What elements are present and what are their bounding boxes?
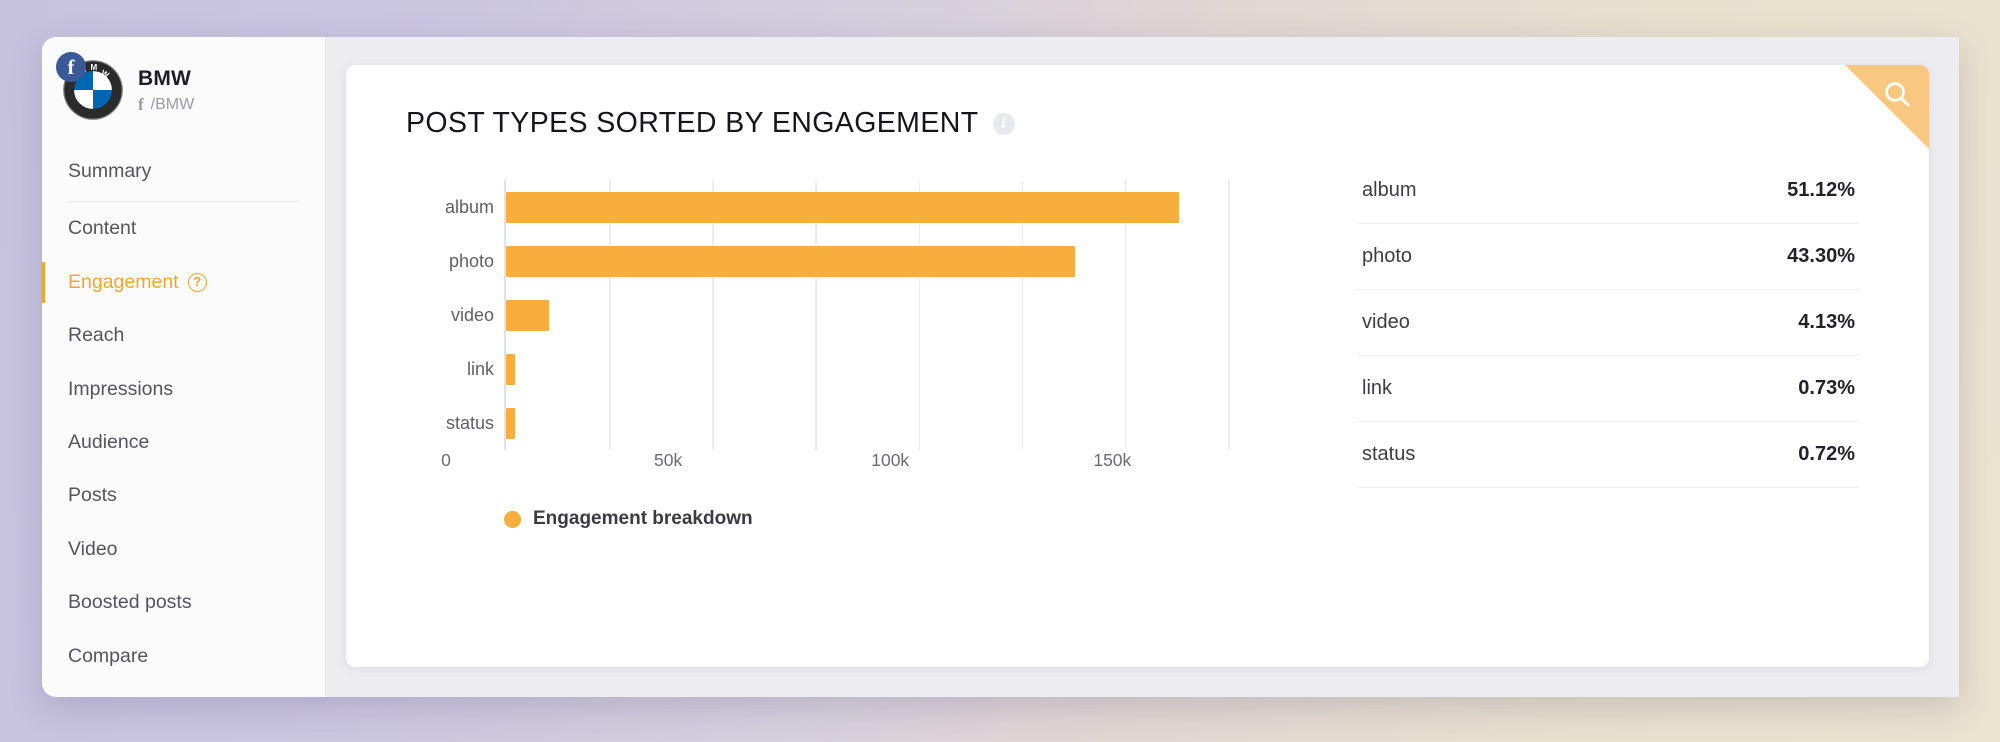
bar-row bbox=[506, 288, 1290, 342]
sidebar-item-industry[interactable]: Industry bbox=[42, 683, 325, 697]
sidebar-item-label: Boosted posts bbox=[68, 591, 192, 614]
row-value: 4.13% bbox=[1798, 311, 1855, 333]
profile-name: BMW bbox=[138, 66, 192, 90]
page-title: POST TYPES SORTED BY ENGAGEMENT bbox=[406, 107, 979, 139]
sidebar-item-boosted-posts[interactable]: Boosted posts bbox=[42, 576, 325, 629]
sidebar-item-compare[interactable]: Compare bbox=[42, 630, 325, 683]
x-axis-labels: 0 50k 100k 150k bbox=[441, 450, 1290, 474]
profile-text: BMW f /BMW bbox=[138, 65, 194, 115]
bar-chart: album photo video link status 0 50k 100k 150k E… bbox=[346, 158, 1346, 618]
legend-label: Engagement breakdown bbox=[533, 508, 753, 529]
chart-card: POST TYPES SORTED BY ENGAGEMENT i album p… bbox=[346, 65, 1929, 667]
sidebar-item-audience[interactable]: Audience bbox=[42, 416, 325, 469]
sidebar-item-label: Summary bbox=[68, 160, 152, 182]
sidebar-item-label: Engagement bbox=[68, 270, 179, 293]
table-row: photo 43.30% bbox=[1356, 224, 1859, 290]
sidebar-item-label: Content bbox=[68, 217, 137, 240]
profile-handle: f /BMW bbox=[138, 95, 194, 115]
sidebar-item-video[interactable]: Video bbox=[42, 523, 325, 576]
search-icon bbox=[1885, 82, 1910, 107]
facebook-icon: f bbox=[56, 52, 86, 82]
facebook-f-icon: f bbox=[138, 95, 144, 115]
table-row: album 51.12% bbox=[1356, 158, 1859, 224]
info-icon[interactable]: i bbox=[992, 112, 1015, 135]
avatar: f B M W bbox=[56, 52, 124, 121]
row-label: photo bbox=[1362, 245, 1413, 267]
profile-handle-text: /BMW bbox=[150, 96, 195, 114]
sidebar-item-label: Audience bbox=[68, 430, 150, 453]
x-tick-label: 0 bbox=[441, 450, 451, 470]
x-tick-label: 50k bbox=[653, 450, 683, 470]
row-value: 0.72% bbox=[1798, 443, 1855, 465]
bar-row bbox=[506, 396, 1290, 450]
x-tick-label: 150k bbox=[1093, 450, 1132, 470]
profile-header[interactable]: f B M W BMW bbox=[42, 37, 325, 121]
content-area: POST TYPES SORTED BY ENGAGEMENT i album p… bbox=[326, 37, 1959, 697]
row-label: album bbox=[1362, 179, 1417, 201]
row-value: 51.12% bbox=[1787, 179, 1855, 201]
sidebar-item-label: Posts bbox=[68, 484, 117, 507]
table-row: status 0.72% bbox=[1356, 422, 1859, 488]
y-axis-labels: album photo video link status bbox=[404, 180, 494, 450]
y-tick-label: video bbox=[450, 305, 494, 325]
bar-status[interactable] bbox=[506, 407, 516, 439]
app-panel: f B M W BMW bbox=[42, 37, 1959, 697]
sidebar-item-reach[interactable]: Reach bbox=[42, 309, 325, 362]
row-value: 43.30% bbox=[1787, 245, 1855, 267]
search-button[interactable] bbox=[1845, 65, 1929, 149]
table-row: video 4.13% bbox=[1356, 290, 1859, 356]
row-value: 0.73% bbox=[1798, 377, 1855, 399]
sidebar-item-impressions[interactable]: Impressions bbox=[42, 363, 325, 416]
bar-row bbox=[506, 342, 1290, 396]
chart-legend: Engagement breakdown bbox=[504, 508, 1346, 530]
bar-photo[interactable] bbox=[506, 245, 1076, 277]
row-label: link bbox=[1362, 377, 1393, 399]
plot-area: album photo video link status bbox=[404, 180, 1346, 450]
sidebar: f B M W BMW bbox=[42, 37, 326, 697]
bar-link[interactable] bbox=[506, 353, 516, 385]
plot bbox=[504, 180, 1290, 450]
svg-text:M: M bbox=[91, 63, 98, 72]
bar-row bbox=[506, 180, 1290, 234]
legend-color-dot bbox=[504, 510, 521, 528]
card-header: POST TYPES SORTED BY ENGAGEMENT i bbox=[346, 107, 1929, 140]
sidebar-item-label: Reach bbox=[68, 324, 125, 347]
row-label: video bbox=[1362, 311, 1410, 333]
y-tick-label: status bbox=[445, 413, 494, 433]
sidebar-item-label: Impressions bbox=[68, 377, 174, 400]
bar-video[interactable] bbox=[506, 299, 550, 331]
help-icon[interactable]: ? bbox=[187, 272, 207, 292]
x-tick-label: 100k bbox=[871, 450, 910, 470]
row-label: status bbox=[1362, 443, 1416, 465]
bar-album[interactable] bbox=[506, 191, 1179, 223]
bar-row bbox=[506, 234, 1290, 288]
y-tick-label: album bbox=[444, 197, 494, 217]
card-body: album photo video link status 0 50k 100k 150k E… bbox=[346, 158, 1929, 618]
sidebar-item-posts[interactable]: Posts bbox=[42, 469, 325, 522]
y-tick-label: link bbox=[466, 359, 494, 379]
bar-series bbox=[506, 180, 1290, 450]
sidebar-item-engagement[interactable]: Engagement? bbox=[42, 256, 325, 309]
sidebar-nav: Summary Content Engagement? Reach Impression… bbox=[42, 145, 325, 697]
sidebar-item-summary[interactable]: Summary bbox=[68, 145, 299, 203]
sidebar-item-label: Compare bbox=[68, 644, 149, 667]
sidebar-item-content[interactable]: Content bbox=[42, 202, 325, 255]
breakdown-table: album 51.12% photo 43.30% video 4.13% link 0.73… bbox=[1346, 158, 1929, 618]
table-row: link 0.73% bbox=[1356, 356, 1859, 422]
y-tick-label: photo bbox=[448, 251, 494, 271]
sidebar-item-label: Video bbox=[68, 537, 118, 560]
